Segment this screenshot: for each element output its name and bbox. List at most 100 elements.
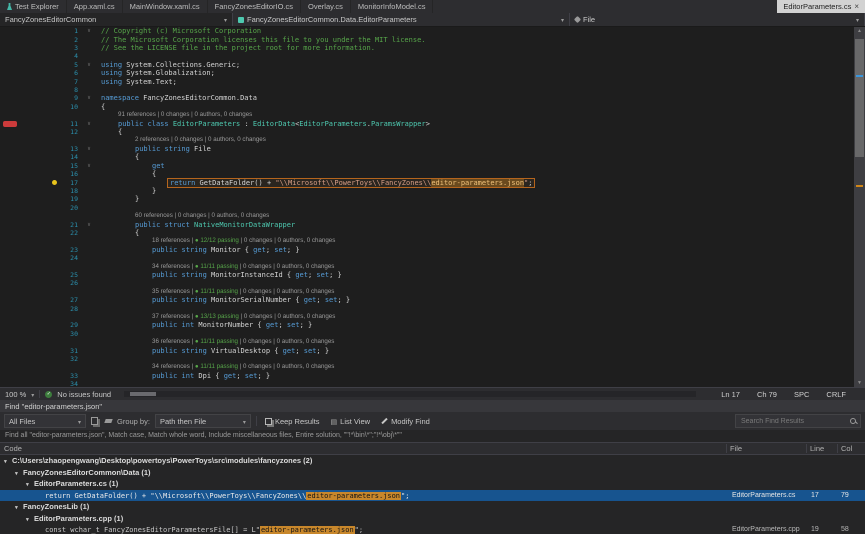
- find-panel-header[interactable]: Find "editor-parameters.json": [0, 400, 865, 412]
- code-line[interactable]: 34: [0, 380, 853, 387]
- code-line[interactable]: 3// See the LICENSE file in the project …: [0, 44, 853, 52]
- scroll-down-arrow[interactable]: [854, 379, 865, 387]
- fold-chevron-icon[interactable]: ∨: [81, 120, 97, 128]
- code-line[interactable]: 31public string VirtualDesktop { get; se…: [0, 346, 853, 354]
- code-line[interactable]: 23public string Monitor { get; set; }: [0, 246, 853, 254]
- codelens-line[interactable]: 36 references | ● 11/11 passing | 0 chan…: [0, 338, 853, 346]
- code-line[interactable]: 20: [0, 204, 853, 212]
- health-status[interactable]: No issues found: [57, 390, 111, 399]
- code-line[interactable]: 1∨// Copyright (c) Microsoft Corporation: [0, 27, 853, 35]
- tree-expander-icon[interactable]: ▾: [26, 482, 34, 488]
- codelens-line[interactable]: 37 references | ● 13/13 passing | 0 chan…: [0, 313, 853, 321]
- tree-expander-icon[interactable]: ▾: [26, 517, 34, 523]
- column-header-file[interactable]: File: [726, 444, 806, 453]
- code-line[interactable]: 4: [0, 52, 853, 60]
- codelens-line[interactable]: 34 references | ● 11/11 passing | 0 chan…: [0, 262, 853, 270]
- vertical-scrollbar[interactable]: [854, 27, 865, 387]
- search-find-results-input[interactable]: [739, 417, 848, 426]
- keep-results-button[interactable]: Keep Results: [262, 417, 323, 426]
- code-line[interactable]: 24: [0, 254, 853, 262]
- clear-icon[interactable]: [104, 419, 112, 423]
- find-result-row[interactable]: const wchar_t FancyZonesEditorParameters…: [0, 524, 865, 534]
- column-header-code[interactable]: Code: [0, 444, 726, 453]
- code-line[interactable]: 19}: [0, 195, 853, 203]
- code-line[interactable]: 7using System.Text;: [0, 77, 853, 85]
- code-line[interactable]: 14{: [0, 153, 853, 161]
- code-line[interactable]: 2// The Microsoft Corporation licenses t…: [0, 35, 853, 43]
- project-dropdown[interactable]: FancyZonesEditorCommon: [0, 13, 233, 26]
- code-line[interactable]: 26: [0, 279, 853, 287]
- document-tab[interactable]: App.xaml.cs: [67, 0, 123, 13]
- code-line[interactable]: 29public int MonitorNumber { get; set; }: [0, 321, 853, 329]
- code-line[interactable]: 17return GetDataFolder() + "\\Microsoft\…: [0, 178, 853, 186]
- fold-chevron-icon[interactable]: ∨: [81, 61, 97, 69]
- lightbulb-icon[interactable]: [52, 180, 57, 185]
- find-tree-row[interactable]: ▾FancyZonesEditorCommon\Data (1): [0, 467, 865, 479]
- fold-chevron-icon[interactable]: ∨: [81, 145, 97, 153]
- code-line[interactable]: 30: [0, 330, 853, 338]
- code-line[interactable]: 15∨get: [0, 162, 853, 170]
- scrollbar-thumb[interactable]: [855, 39, 864, 157]
- codelens-line[interactable]: 34 references | ● 11/11 passing | 0 chan…: [0, 363, 853, 371]
- fold-chevron-icon[interactable]: ∨: [81, 94, 97, 102]
- close-icon[interactable]: [854, 2, 859, 11]
- document-tab[interactable]: Overlay.cs: [301, 0, 351, 13]
- document-tab[interactable]: FancyZonesEditorIO.cs: [208, 0, 301, 13]
- code-line[interactable]: 8: [0, 86, 853, 94]
- code-editor[interactable]: 1∨// Copyright (c) Microsoft Corporation…: [0, 27, 865, 387]
- find-tree-row[interactable]: ▾EditorParameters.cs (1): [0, 478, 865, 490]
- scroll-up-arrow[interactable]: [854, 27, 865, 35]
- horizontal-scrollbar[interactable]: [124, 391, 696, 397]
- scope-filter-dropdown[interactable]: All Files: [4, 414, 86, 428]
- zoom-level[interactable]: 100 %: [5, 390, 26, 399]
- line-ending-indicator[interactable]: CRLF: [826, 390, 846, 399]
- column-indicator[interactable]: Ch 79: [757, 390, 777, 399]
- tree-expander-icon[interactable]: ▾: [4, 459, 12, 465]
- modify-find-button[interactable]: Modify Find: [378, 417, 433, 426]
- code-line[interactable]: 6using System.Globalization;: [0, 69, 853, 77]
- find-result-row[interactable]: return GetDataFolder() + "\\Microsoft\\P…: [0, 490, 865, 502]
- column-header-col[interactable]: Col: [837, 444, 865, 453]
- code-line[interactable]: 11∨public class EditorParameters : Edito…: [0, 119, 853, 127]
- code-line[interactable]: 22{: [0, 229, 853, 237]
- find-tree-row[interactable]: ▾FancyZonesLib (1): [0, 501, 865, 513]
- fold-chevron-icon[interactable]: ∨: [81, 162, 97, 170]
- spaces-indicator[interactable]: SPC: [794, 390, 809, 399]
- preview-tab-editorparameters[interactable]: EditorParameters.cs: [777, 0, 865, 13]
- codelens-line[interactable]: 18 references | ● 12/12 passing | 0 chan…: [0, 237, 853, 245]
- type-dropdown[interactable]: FancyZonesEditorCommon.Data.EditorParame…: [233, 13, 570, 26]
- code-line[interactable]: 32: [0, 355, 853, 363]
- member-dropdown[interactable]: File: [570, 13, 865, 26]
- codelens-line[interactable]: 2 references | 0 changes | 0 authors, 0 …: [0, 136, 853, 144]
- find-tree-row[interactable]: ▾EditorParameters.cpp (1): [0, 513, 865, 525]
- codelens-line[interactable]: 91 references | 0 changes | 0 authors, 0…: [0, 111, 853, 119]
- codelens-line[interactable]: 60 references | 0 changes | 0 authors, 0…: [0, 212, 853, 220]
- tree-expander-icon[interactable]: ▾: [15, 471, 23, 477]
- horizontal-scrollbar-thumb[interactable]: [130, 392, 156, 396]
- document-tab[interactable]: MonitorInfoModel.cs: [351, 0, 434, 13]
- tree-expander-icon[interactable]: ▾: [15, 505, 23, 511]
- health-check-icon[interactable]: [45, 391, 52, 398]
- group-by-dropdown[interactable]: Path then File: [155, 414, 251, 428]
- fold-chevron-icon[interactable]: ∨: [81, 221, 97, 229]
- copy-icon[interactable]: [91, 417, 98, 425]
- search-find-results-box[interactable]: [735, 414, 861, 428]
- column-header-line[interactable]: Line: [806, 444, 837, 453]
- code-line[interactable]: 21∨public struct NativeMonitorDataWrappe…: [0, 220, 853, 228]
- code-line[interactable]: 9∨namespace FancyZonesEditorCommon.Data: [0, 94, 853, 102]
- fold-chevron-icon[interactable]: ∨: [81, 27, 97, 35]
- code-line[interactable]: 27public string MonitorSerialNumber { ge…: [0, 296, 853, 304]
- find-tree-row[interactable]: ▾C:\Users\zhaopengwang\Desktop\powertoys…: [0, 455, 865, 467]
- codelens-line[interactable]: 35 references | ● 11/11 passing | 0 chan…: [0, 288, 853, 296]
- chevron-down-icon[interactable]: [31, 390, 34, 399]
- document-tab[interactable]: Test Explorer: [0, 0, 67, 13]
- code-line[interactable]: 10{: [0, 103, 853, 111]
- code-line[interactable]: 25public string MonitorInstanceId { get;…: [0, 271, 853, 279]
- list-view-button[interactable]: List View: [328, 417, 374, 426]
- document-tab[interactable]: MainWindow.xaml.cs: [123, 0, 208, 13]
- code-line[interactable]: 12{: [0, 128, 853, 136]
- code-line[interactable]: 28: [0, 304, 853, 312]
- line-indicator[interactable]: Ln 17: [721, 390, 740, 399]
- code-line[interactable]: 18}: [0, 187, 853, 195]
- code-line[interactable]: 13∨public string File: [0, 145, 853, 153]
